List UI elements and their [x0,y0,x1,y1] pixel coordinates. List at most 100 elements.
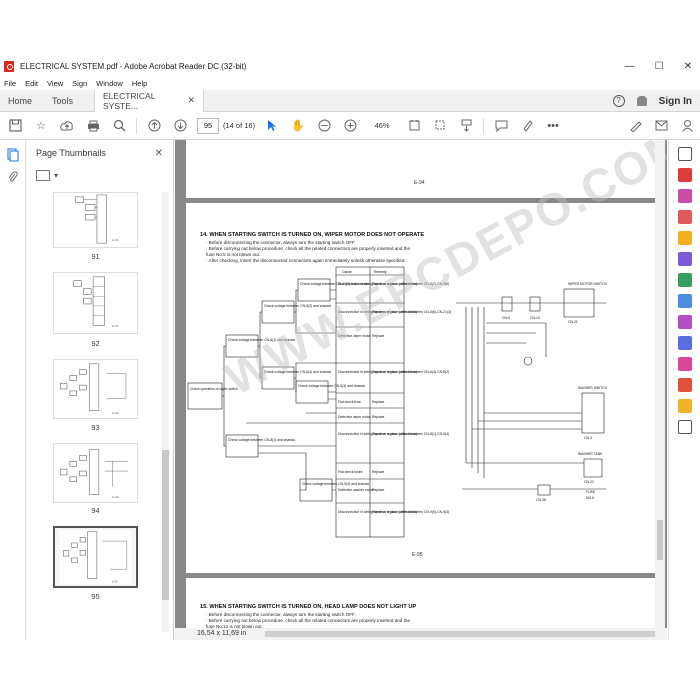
main-toolbar: ☆ 95 (14 of 16) ✋ 46% ••• [0,112,700,140]
menu-help[interactable]: Help [132,79,147,88]
tab-document-label: ELECTRICAL SYSTE... [103,90,156,111]
zoom-search-icon[interactable] [110,117,128,135]
request-signature-icon[interactable] [678,357,692,371]
cloud-upload-icon[interactable] [58,117,76,135]
page-dimensions-bar: 16,54 x 11,69 in [175,628,667,640]
diagram-label: FUSE [586,490,596,494]
note-line: · Before disconnecting the connector, al… [206,612,356,617]
close-window-button[interactable]: ✕ [684,61,692,72]
zoom-out-icon[interactable] [315,117,333,135]
protect-shield-icon[interactable] [678,336,692,350]
next-page-icon[interactable] [171,117,189,135]
tab-home[interactable]: Home [0,90,44,112]
tab-bar: Home Tools ELECTRICAL SYSTE... ✕ ? Sign … [0,89,700,112]
svg-text:E-92: E-92 [112,324,118,328]
edit-pdf-icon[interactable] [678,273,692,287]
diagram-label: CN-6 [502,316,510,320]
previous-page-icon[interactable] [145,117,163,135]
export-pdf-icon[interactable] [678,210,692,224]
menu-sign[interactable]: Sign [72,79,87,88]
note-line: fuse No.5 is not blown out. [206,252,261,257]
zoom-in-icon[interactable] [341,117,359,135]
attachments-paperclip-icon[interactable] [6,170,20,184]
page-thumbnails-icon[interactable] [6,148,20,162]
zoom-level-dropdown[interactable]: 46% [367,121,397,130]
right-tools-rail [668,140,700,640]
highlight-pen-icon[interactable] [518,117,536,135]
hand-tool-icon[interactable]: ✋ [289,117,307,135]
cause-text: Defective wiper motor [338,415,372,419]
combine-files-icon[interactable] [678,252,692,266]
page-count-label: (14 of 16) [223,121,256,130]
thumbnail-page[interactable]: E-91 [53,192,138,248]
tab-document[interactable]: ELECTRICAL SYSTE... ✕ [94,89,204,112]
section-title: 14. WHEN STARTING SWITCH IS TURNED ON, W… [200,232,425,238]
remedy-text: Repair or replace (after clean) [372,432,417,436]
email-icon[interactable] [652,117,670,135]
menu-view[interactable]: View [47,79,63,88]
svg-text:E-91: E-91 [112,238,118,242]
thumbnail-page-number: 91 [91,252,100,261]
check-box-text: Check voltage between CN-6(3) and chassi… [298,384,365,388]
menu-bar: File Edit View Sign Window Help [0,76,700,90]
sign-in-button[interactable]: Sign In [659,96,692,107]
thumbnail-page[interactable]: E-93 [53,359,138,419]
save-icon[interactable] [6,117,24,135]
thumbnail-page-selected[interactable]: E-95 [53,526,138,588]
panel-close-icon[interactable]: ✕ [155,148,163,159]
comment-tool-icon[interactable] [678,231,692,245]
thumbnail-page-number: 95 [91,592,100,601]
page-number-label: E-95 [412,552,423,558]
thumbnail-page-number: 92 [91,339,100,348]
more-tools-wrench-icon[interactable] [678,420,692,434]
page-thumbnails-panel: Page Thumbnails ✕ ▾ E-91 91 E-92 92 E-93… [26,140,174,640]
svg-text:E-94: E-94 [112,495,118,499]
redact-icon[interactable] [678,378,692,392]
diagram-label: CN-3 [584,436,592,440]
menu-file[interactable]: File [4,79,16,88]
notification-bell-icon[interactable] [636,96,647,106]
fill-sign-tool-icon[interactable] [678,315,692,329]
tab-tools[interactable]: Tools [44,90,94,112]
thumbnail-scrollbar[interactable] [162,192,169,632]
fill-sign-icon[interactable] [626,117,644,135]
document-scrollbar[interactable] [655,140,665,640]
fit-page-icon[interactable] [405,117,423,135]
panel-header: Page Thumbnails ✕ [26,140,173,166]
maximize-button[interactable]: ☐ [655,61,664,72]
note-line: · Before carrying out below procedure, c… [206,246,411,251]
thumbnail-options-icon[interactable] [36,169,50,181]
page-number-input[interactable]: 95 [197,117,219,134]
scan-ocr-icon[interactable] [678,294,692,308]
thumbnail-page[interactable]: E-92 [53,272,138,334]
share-user-icon[interactable] [678,117,696,135]
marquee-select-icon[interactable] [431,117,449,135]
comment-icon[interactable] [492,117,510,135]
minimize-button[interactable]: — [625,61,635,72]
compress-pdf-icon[interactable] [678,399,692,413]
menu-window[interactable]: Window [96,79,123,88]
document-view[interactable]: E-94 14. WHEN STARTING SWITCH IS TURNED … [175,140,667,640]
horizontal-scrollbar[interactable] [265,631,655,637]
bookmark-star-icon[interactable]: ☆ [32,117,50,135]
create-pdf-icon[interactable] [678,168,692,182]
menu-edit[interactable]: Edit [25,79,38,88]
document-scrollbar-thumb[interactable] [657,520,663,560]
svg-text:E-95: E-95 [112,579,118,583]
organize-pages-icon[interactable] [678,189,692,203]
toolbar-divider [136,117,137,134]
thumbnail-page[interactable]: E-94 [53,443,138,503]
print-icon[interactable] [84,117,102,135]
options-chevron-down-icon[interactable]: ▾ [54,171,58,180]
more-tools-icon[interactable]: ••• [544,117,562,135]
search-zoom-icon[interactable] [678,147,692,161]
table-header-cause: Cause [342,270,352,274]
thumbnail-scrollbar-thumb[interactable] [162,450,169,600]
select-cursor-icon[interactable] [263,117,281,135]
acrobat-app-icon [4,60,14,72]
tab-close-icon[interactable]: ✕ [187,95,195,106]
note-line: · Before disconnecting the connector, al… [206,240,356,245]
diagram-label: CN-13 [530,316,540,320]
scrolling-mode-icon[interactable] [457,117,475,135]
help-icon[interactable]: ? [612,95,625,107]
